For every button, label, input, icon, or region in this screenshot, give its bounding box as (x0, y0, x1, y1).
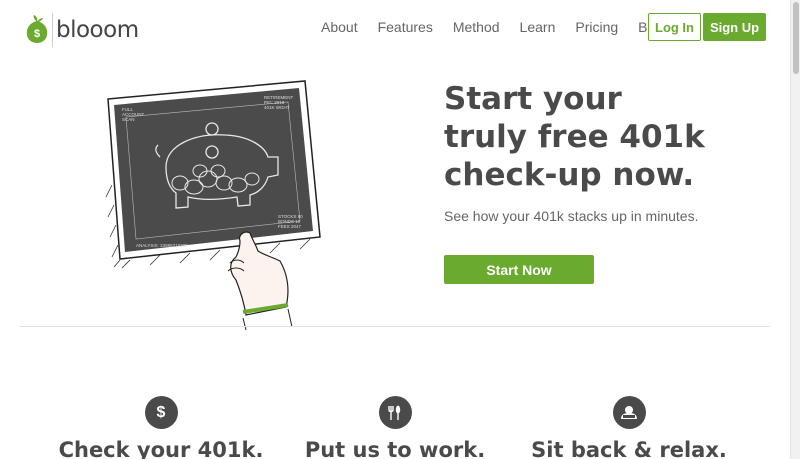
scrollbar-thumb[interactable] (793, 2, 799, 74)
nav-pricing[interactable]: Pricing (575, 19, 618, 35)
nav-learn[interactable]: Learn (520, 19, 556, 35)
piggy-bank-scan-illustration: FULL ACCOUNT SCAN RETIREMENT PIG: 2018 4… (105, 80, 321, 330)
feature-title: Check your 401k. (58, 438, 264, 459)
signup-button[interactable]: Sign Up (703, 13, 766, 41)
hero-title: Start your truly free 401k check-up now. (444, 80, 764, 194)
site-header: $ blooom About Features Method Learn Pri… (0, 0, 790, 55)
svg-text:$: $ (34, 28, 40, 40)
hero-title-line: truly free 401k (444, 119, 705, 155)
feature-put-us-to-work: Put us to work. (275, 396, 515, 459)
logo-seed-icon: $ (26, 15, 48, 43)
main-nav: About Features Method Learn Pricing Blog (311, 12, 676, 42)
hero-subtitle: See how your 401k stacks up in minutes. (444, 208, 699, 224)
feature-title: Put us to work. (304, 438, 486, 459)
hero-title-line: Start your (444, 81, 622, 117)
feature-check-401k: $ Check your 401k. (41, 396, 281, 459)
feature-title: Sit back & relax. (531, 438, 727, 459)
section-divider (20, 326, 770, 327)
utensils-icon (378, 396, 412, 429)
start-now-button[interactable]: Start Now (444, 255, 594, 284)
relax-icon (612, 396, 646, 429)
logo[interactable]: $ blooom (24, 13, 139, 47)
nav-features[interactable]: Features (378, 19, 433, 35)
scrollbar[interactable] (790, 0, 800, 459)
nav-method[interactable]: Method (453, 19, 500, 35)
dollar-icon: $ (144, 396, 178, 429)
scan-label-bottom-left: ANALYSIS: 23986710230 (136, 243, 188, 248)
hero-title-line: check-up now. (444, 157, 695, 193)
scan-label-bottom-right: STOCKS 90 BONDS 10 FEES 2047 (278, 214, 304, 229)
feature-sit-back-relax: Sit back & relax. (509, 396, 749, 459)
nav-about[interactable]: About (321, 19, 358, 35)
logo-divider (52, 13, 53, 47)
logo-text: blooom (56, 17, 139, 43)
login-button[interactable]: Log In (648, 13, 701, 41)
